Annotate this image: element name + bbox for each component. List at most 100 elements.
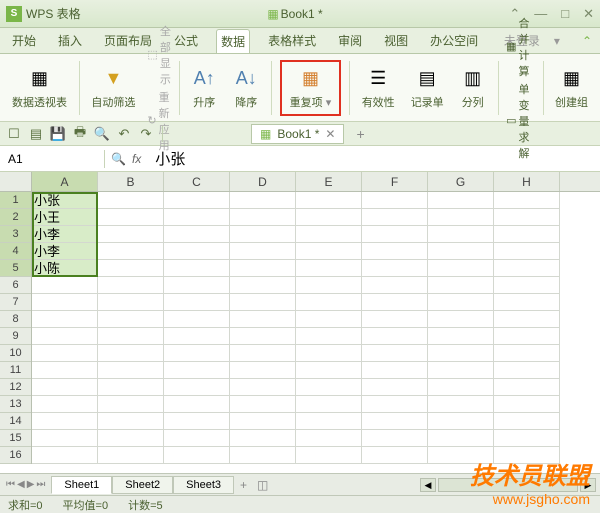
cell[interactable] xyxy=(362,260,428,277)
cell[interactable] xyxy=(494,430,560,447)
col-header[interactable]: H xyxy=(494,172,560,191)
ribbon-create-group[interactable]: ▦ 创建组 xyxy=(551,64,592,112)
cell[interactable] xyxy=(98,311,164,328)
menu-insert[interactable]: 插入 xyxy=(54,29,86,52)
col-header[interactable]: E xyxy=(296,172,362,191)
sheet-nav-next-icon[interactable]: ▶ xyxy=(27,479,35,490)
cell[interactable] xyxy=(230,243,296,260)
cell[interactable] xyxy=(428,294,494,311)
cell[interactable] xyxy=(362,413,428,430)
cell[interactable] xyxy=(362,192,428,209)
cell[interactable] xyxy=(428,209,494,226)
cell[interactable] xyxy=(428,226,494,243)
fb-cancel-icon[interactable]: 🔍 xyxy=(111,152,126,166)
cell[interactable] xyxy=(428,379,494,396)
cell[interactable] xyxy=(230,260,296,277)
sheet-tab[interactable]: Sheet3 xyxy=(173,476,234,494)
save-icon[interactable]: 💾 xyxy=(50,126,66,142)
undo-icon[interactable]: ↶ xyxy=(116,126,132,142)
cell[interactable] xyxy=(428,396,494,413)
row-header[interactable]: 7 xyxy=(0,294,31,311)
cell[interactable] xyxy=(494,328,560,345)
hscroll-right-icon[interactable]: ▶ xyxy=(580,478,596,492)
ribbon-autofilter[interactable]: ▼ 自动筛选 xyxy=(87,64,139,112)
cell[interactable]: 小李 xyxy=(32,226,98,243)
cell[interactable] xyxy=(98,209,164,226)
cell[interactable] xyxy=(98,345,164,362)
cell[interactable] xyxy=(32,430,98,447)
cell[interactable] xyxy=(230,294,296,311)
cell[interactable] xyxy=(362,277,428,294)
cell[interactable] xyxy=(296,226,362,243)
cell[interactable] xyxy=(32,345,98,362)
cell[interactable] xyxy=(362,379,428,396)
cell[interactable] xyxy=(494,413,560,430)
cell[interactable] xyxy=(164,345,230,362)
cell[interactable] xyxy=(164,192,230,209)
ribbon-form[interactable]: ▤ 记录单 xyxy=(407,64,448,112)
cell[interactable] xyxy=(494,209,560,226)
minimize-icon[interactable]: — xyxy=(534,6,547,22)
cell[interactable] xyxy=(98,294,164,311)
cell[interactable] xyxy=(362,362,428,379)
cell[interactable] xyxy=(98,192,164,209)
cell[interactable] xyxy=(428,345,494,362)
cell[interactable] xyxy=(428,277,494,294)
cell[interactable] xyxy=(32,328,98,345)
sheet-nav-prev-icon[interactable]: ◀ xyxy=(17,479,25,490)
cell[interactable] xyxy=(230,345,296,362)
cell[interactable] xyxy=(296,294,362,311)
cell[interactable] xyxy=(428,413,494,430)
menu-start[interactable]: 开始 xyxy=(8,29,40,52)
cell[interactable] xyxy=(362,345,428,362)
row-header[interactable]: 5 xyxy=(0,260,31,277)
cell[interactable] xyxy=(164,328,230,345)
cell[interactable] xyxy=(164,260,230,277)
cell[interactable] xyxy=(494,362,560,379)
cell[interactable] xyxy=(296,277,362,294)
maximize-icon[interactable]: □ xyxy=(561,6,569,22)
cell[interactable] xyxy=(296,311,362,328)
cell[interactable] xyxy=(98,379,164,396)
cell[interactable] xyxy=(230,192,296,209)
cell[interactable] xyxy=(164,413,230,430)
cell[interactable] xyxy=(428,260,494,277)
cell[interactable] xyxy=(98,430,164,447)
cell[interactable] xyxy=(362,226,428,243)
cell[interactable] xyxy=(32,311,98,328)
row-header[interactable]: 2 xyxy=(0,209,31,226)
cell[interactable] xyxy=(362,294,428,311)
sheet-tab[interactable]: Sheet1 xyxy=(51,476,112,494)
cell[interactable] xyxy=(98,243,164,260)
cell[interactable] xyxy=(230,396,296,413)
cell[interactable] xyxy=(98,362,164,379)
cell[interactable] xyxy=(230,328,296,345)
sheet-split-icon[interactable]: ◫ xyxy=(257,478,268,492)
cell[interactable] xyxy=(32,379,98,396)
col-header[interactable]: C xyxy=(164,172,230,191)
cell[interactable] xyxy=(428,328,494,345)
cell[interactable] xyxy=(494,311,560,328)
cell[interactable] xyxy=(230,277,296,294)
cell[interactable] xyxy=(230,226,296,243)
cell[interactable] xyxy=(98,447,164,464)
hscroll-track[interactable] xyxy=(438,478,578,492)
col-header[interactable]: G xyxy=(428,172,494,191)
ribbon-sort-desc[interactable]: A↓ 降序 xyxy=(229,64,263,112)
cell[interactable] xyxy=(494,345,560,362)
cell[interactable] xyxy=(362,430,428,447)
cell[interactable] xyxy=(164,311,230,328)
fx-icon[interactable]: fx xyxy=(132,152,141,166)
cell[interactable] xyxy=(32,413,98,430)
select-all-corner[interactable] xyxy=(0,172,32,192)
menu-view[interactable]: 视图 xyxy=(380,29,412,52)
ribbon-sort-asc[interactable]: A↑ 升序 xyxy=(187,64,221,112)
cell[interactable] xyxy=(164,226,230,243)
redo-icon[interactable]: ↷ xyxy=(138,126,154,142)
row-header[interactable]: 8 xyxy=(0,311,31,328)
sheet-add-icon[interactable]: + xyxy=(234,478,253,492)
cell[interactable]: 小张 xyxy=(32,192,98,209)
cell[interactable]: 小陈 xyxy=(32,260,98,277)
ribbon-duplicates[interactable]: ▦ 重复项 ▾ xyxy=(286,64,336,112)
cell[interactable] xyxy=(428,192,494,209)
